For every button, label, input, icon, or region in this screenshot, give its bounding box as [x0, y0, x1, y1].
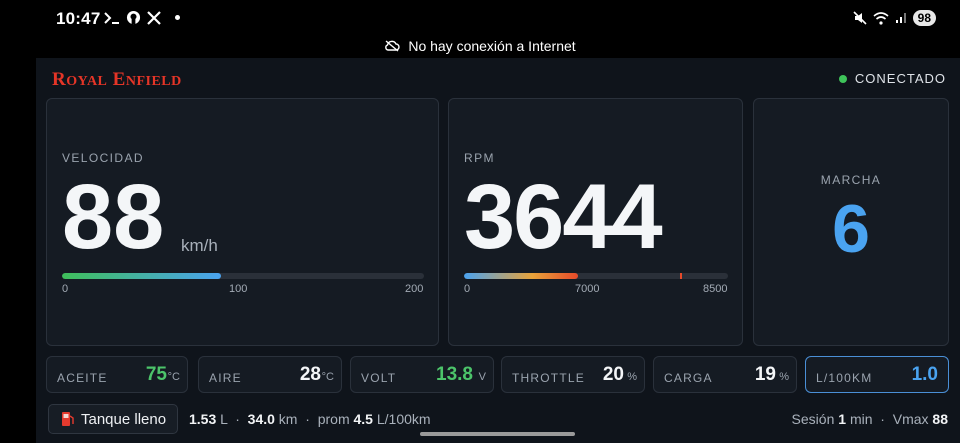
gear-card: MARCHA 6: [753, 98, 949, 346]
rpm-bar-fill: [464, 273, 578, 279]
metric-unit: V: [478, 371, 486, 383]
speed-tick-mid: 100: [229, 283, 248, 295]
speed-tick-min: 0: [62, 283, 69, 295]
connection-text: CONECTADO: [854, 71, 946, 86]
tank-full-label: Tanque lleno: [81, 410, 167, 428]
metric-label: VOLT: [361, 371, 397, 385]
rpm-tick-min: 0: [464, 283, 471, 295]
metric-volt: VOLT 13.8 V: [350, 356, 494, 393]
brand-logo: ROYAL ENFIELD: [52, 69, 182, 90]
rpm-label: RPM: [464, 151, 495, 165]
metric-label: ACEITE: [57, 371, 108, 385]
gear-value: 6: [832, 191, 870, 267]
system-icons: 98: [853, 10, 936, 26]
rpm-tick-mid: 7000: [575, 283, 600, 295]
status-bar: 10:47 98: [0, 0, 960, 38]
rpm-bar: [464, 273, 728, 279]
fuel-pump-icon: [62, 412, 74, 426]
home-indicator[interactable]: [420, 432, 575, 436]
connection-status: CONECTADO: [838, 71, 946, 86]
dashboard: ROYAL ENFIELD CONECTADO VELOCIDAD 88 km/…: [36, 58, 960, 443]
notification-icons: [104, 10, 180, 25]
metric-carga: CARGA 19%: [653, 356, 797, 393]
metric-label: THROTTLE: [512, 371, 585, 385]
speed-unit: km/h: [181, 236, 218, 255]
metric-aire: AIRE 28 °C: [198, 356, 342, 393]
metric-unit: °C: [167, 371, 180, 383]
metric-value: 1.0: [911, 364, 938, 385]
clock: 10:47: [56, 9, 101, 28]
metric-value: 28: [299, 364, 321, 385]
metric-value: 20: [602, 364, 624, 385]
tank-full-button[interactable]: Tanque lleno: [48, 404, 178, 434]
rpm-card: RPM 3644 0 7000 8500: [448, 98, 743, 346]
terminal-icon: [104, 11, 119, 24]
rpm-tick-max: 8500: [703, 283, 728, 295]
session-stats: Sesión 1 min · Vmax 88: [791, 411, 948, 427]
offline-text: No hay conexión a Internet: [408, 38, 576, 54]
dot-icon: [175, 15, 180, 20]
metric-value: 13.8: [436, 364, 473, 385]
speed-bar: [62, 273, 424, 279]
cloud-off-icon: [385, 40, 400, 52]
speed-tick-max: 200: [405, 283, 424, 295]
rpm-value: 3644: [464, 166, 663, 268]
metric-unit: %: [627, 371, 637, 383]
github-icon: [126, 10, 141, 25]
offline-banner: No hay conexión a Internet: [0, 36, 960, 56]
metric-label: AIRE: [209, 371, 242, 385]
metric-aceite: ACEITE 75 °C: [46, 356, 188, 393]
battery-indicator: 98: [912, 10, 936, 26]
metric-value: 75: [145, 364, 167, 385]
trip-footer: Tanque lleno 1.53 L · 34.0 km · prom 4.5…: [36, 404, 960, 434]
signal-icon: [895, 13, 906, 23]
mute-icon: [853, 11, 867, 25]
speed-value: 88: [62, 166, 165, 268]
speed-bar-fill: [62, 273, 222, 279]
metric-label: L/100KM: [816, 371, 873, 385]
x-icon: [147, 10, 161, 25]
speed-card: VELOCIDAD 88 km/h 0 100 200: [46, 98, 439, 346]
wifi-icon: [873, 11, 889, 25]
metric-unit: %: [779, 371, 789, 383]
trip-stats: 1.53 L · 34.0 km · prom 4.5 L/100km: [189, 411, 431, 427]
rpm-redline-marker: [680, 273, 683, 279]
speed-label: VELOCIDAD: [62, 151, 144, 165]
connected-dot-icon: [838, 74, 847, 83]
metric-throttle: THROTTLE 20%: [501, 356, 645, 393]
metric-value: 19: [754, 364, 776, 385]
metric-l-100km: L/100KM 1.0: [805, 356, 949, 393]
metric-label: CARGA: [664, 371, 713, 385]
gear-label: MARCHA: [820, 173, 882, 187]
metric-unit: °C: [321, 371, 334, 383]
